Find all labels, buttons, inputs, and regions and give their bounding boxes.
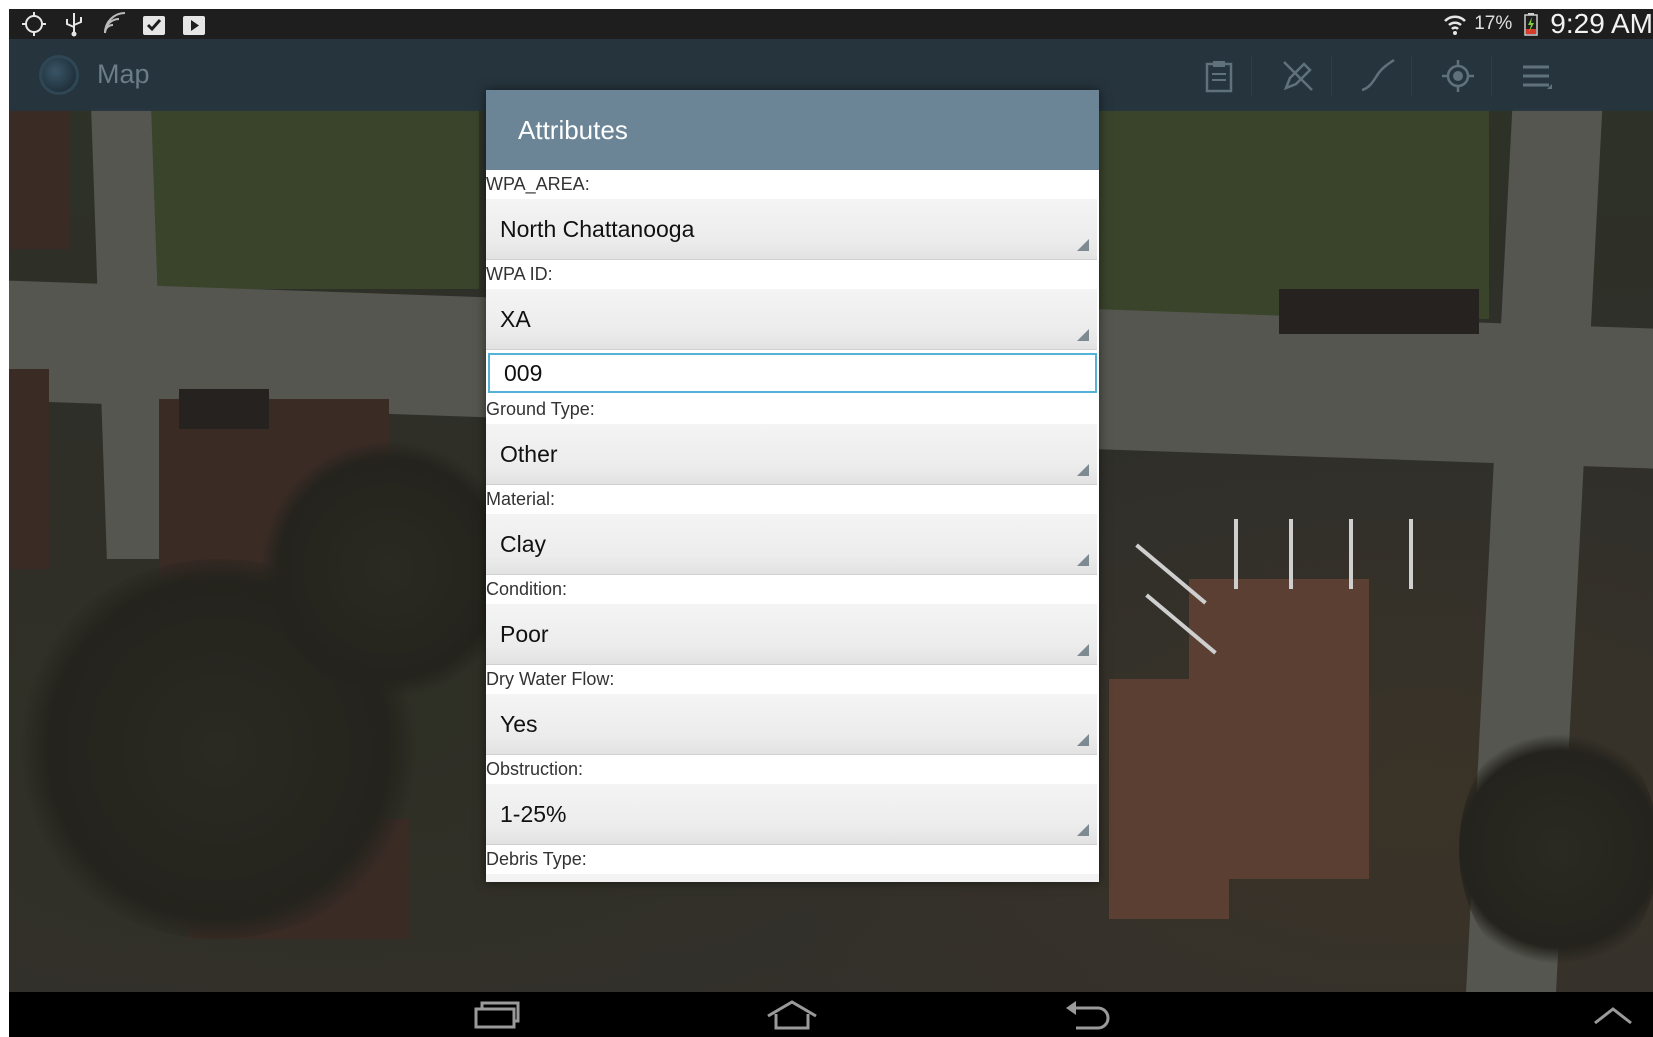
wpa-id-value: XA xyxy=(500,305,531,332)
map-building xyxy=(9,369,49,569)
map-lawn xyxy=(1099,109,1489,319)
wifi-icon xyxy=(1442,11,1468,37)
wpa-area-spinner[interactable]: North Chattanooga xyxy=(486,199,1097,260)
action-bar-separator xyxy=(1251,55,1252,97)
spinner-dropdown-icon xyxy=(1077,644,1089,656)
ground-type-value: Other xyxy=(500,440,558,467)
field-label-obstruction: Obstruction: xyxy=(486,755,1099,784)
map-building xyxy=(1109,679,1229,919)
battery-percent: 17% xyxy=(1474,13,1513,34)
map-tree xyxy=(259,439,519,699)
spinner-dropdown-icon xyxy=(1077,554,1089,566)
home-icon[interactable] xyxy=(762,996,822,1034)
draw-line-icon[interactable] xyxy=(1354,53,1402,99)
obstruction-spinner[interactable]: 1-25% xyxy=(486,784,1097,845)
map-building xyxy=(179,389,269,429)
map-building xyxy=(1279,289,1479,334)
material-value: Clay xyxy=(500,530,547,557)
attributes-dialog: Attributes WPA_AREA: North Chattanooga W… xyxy=(486,90,1099,882)
field-label-condition: Condition: xyxy=(486,575,1099,604)
recent-apps-icon[interactable] xyxy=(467,996,527,1034)
spinner-dropdown-icon xyxy=(1077,734,1089,746)
field-label-ground-type: Ground Type: xyxy=(486,395,1099,424)
status-clock: 9:29 AM xyxy=(1550,9,1653,39)
dry-water-flow-spinner[interactable]: Yes xyxy=(486,694,1097,755)
action-bar-separator xyxy=(1331,55,1332,97)
app-logo-icon[interactable] xyxy=(39,55,79,95)
field-label-debris-type: Debris Type: xyxy=(486,845,1099,874)
overflow-menu-icon[interactable] xyxy=(1512,53,1560,99)
chevron-up-icon[interactable] xyxy=(1583,996,1643,1034)
field-label-dry-water-flow: Dry Water Flow: xyxy=(486,665,1099,694)
action-bar-title: Map xyxy=(97,59,150,89)
field-label-material: Material: xyxy=(486,485,1099,514)
condition-spinner[interactable]: Poor xyxy=(486,604,1097,665)
wpa-id-spinner[interactable]: XA xyxy=(486,289,1097,350)
action-bar-separator xyxy=(1491,55,1492,97)
dialog-body[interactable]: WPA_AREA: North Chattanooga WPA ID: XA 0… xyxy=(486,170,1099,874)
play-store-icon xyxy=(181,11,207,37)
signal-broadcast-icon xyxy=(101,11,127,37)
dry-water-flow-value: Yes xyxy=(500,710,538,737)
task-check-icon xyxy=(141,11,167,37)
navigation-bar xyxy=(9,992,1653,1037)
gps-icon xyxy=(21,11,47,37)
wpa-id-number-input[interactable]: 009 xyxy=(488,353,1097,393)
condition-value: Poor xyxy=(500,620,549,647)
map-parking-line xyxy=(1234,519,1238,589)
field-label-wpa-area: WPA_AREA: xyxy=(486,170,1099,199)
ground-type-spinner[interactable]: Other xyxy=(486,424,1097,485)
battery-charging-icon xyxy=(1518,11,1544,37)
map-tree xyxy=(1459,719,1653,979)
map-building xyxy=(9,109,69,249)
my-location-icon[interactable] xyxy=(1434,53,1482,99)
action-bar-separator xyxy=(1411,55,1412,97)
map-parking-line xyxy=(1409,519,1413,589)
device-screen: 17% 9:29 AM Map Attributes WPA_AREA: Nor… xyxy=(9,9,1653,1037)
usb-icon xyxy=(61,11,87,37)
map-lawn xyxy=(149,109,479,289)
wpa-area-value: North Chattanooga xyxy=(500,215,695,242)
material-spinner[interactable]: Clay xyxy=(486,514,1097,575)
obstruction-value: 1-25% xyxy=(500,800,567,827)
field-label-wpa-id: WPA ID: xyxy=(486,260,1099,289)
status-bar: 17% 9:29 AM xyxy=(9,9,1653,39)
edit-pen-off-icon[interactable] xyxy=(1274,53,1322,99)
map-parking-line xyxy=(1289,519,1293,589)
spinner-dropdown-icon xyxy=(1077,239,1089,251)
clipboard-icon[interactable] xyxy=(1195,53,1243,99)
back-icon[interactable] xyxy=(1057,996,1117,1034)
spinner-dropdown-icon xyxy=(1077,464,1089,476)
dialog-header: Attributes xyxy=(486,90,1099,170)
map-parking-line xyxy=(1349,519,1353,589)
spinner-dropdown-icon xyxy=(1077,329,1089,341)
dialog-title: Attributes xyxy=(518,114,628,145)
spinner-dropdown-icon xyxy=(1077,824,1089,836)
